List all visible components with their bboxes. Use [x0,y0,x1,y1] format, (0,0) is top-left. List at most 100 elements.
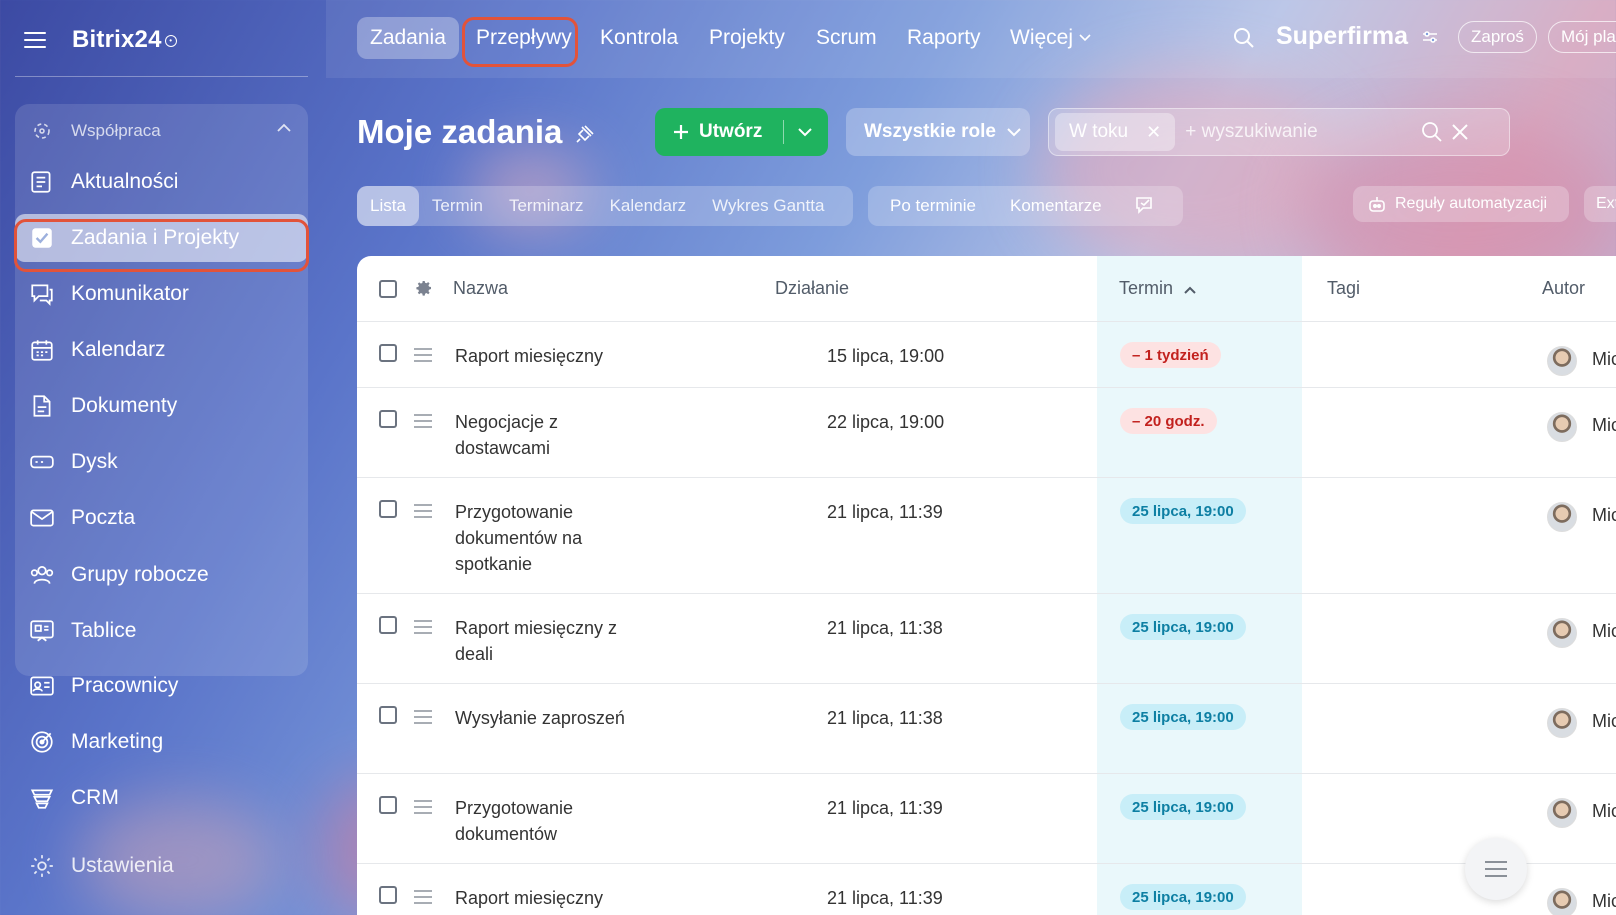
column-action[interactable]: Działanie [775,278,849,299]
table-row[interactable]: Wysyłanie zaproszeń 21 lipca, 11:38 25 lip… [357,684,1616,774]
sidebar-item-document[interactable]: Dokumenty [15,382,308,430]
task-name[interactable]: Negocjacje z dostawcami [455,409,635,461]
row-checkbox[interactable] [379,500,397,518]
close-icon[interactable]: ✕ [1146,122,1161,143]
column-name[interactable]: Nazwa [453,278,508,299]
gear-icon[interactable] [414,278,434,298]
tab-1[interactable]: Przepływy [463,17,585,59]
tab-5[interactable]: Raporty [894,17,994,59]
row-checkbox[interactable] [379,796,397,814]
sidebar-item-drive[interactable]: Dysk [15,438,308,486]
sidebar-item-board[interactable]: Tablice [15,607,308,655]
invite-button[interactable]: Zaproś [1458,21,1537,53]
tab-3[interactable]: Projekty [696,17,798,59]
column-deadline[interactable]: Termin [1119,278,1196,299]
author-name[interactable]: Mic [1592,505,1616,526]
task-name[interactable]: Przygotowanie dokumentów na spotkanie [455,499,635,577]
row-checkbox[interactable] [379,706,397,724]
sidebar-group-title[interactable]: Współpraca [15,107,308,155]
avatar[interactable] [1547,798,1577,828]
logo[interactable]: Bitrix24 [72,26,162,54]
author-name[interactable]: Mic [1592,415,1616,436]
task-name[interactable]: Przygotowanie dokumentów [455,795,635,847]
chevron-up-icon[interactable] [276,123,292,133]
sidebar-item-crm[interactable]: CRM [15,774,308,822]
settings-sliders-icon[interactable] [1421,28,1439,46]
deadline-badge[interactable]: 25 lipca, 19:00 [1120,498,1246,524]
avatar[interactable] [1547,708,1577,738]
row-checkbox[interactable] [379,410,397,428]
my-plan-button[interactable]: Mój pla [1548,21,1616,53]
menu-icon[interactable] [24,32,46,48]
deadline-badge[interactable]: 25 lipca, 19:00 [1120,884,1246,910]
author-name[interactable]: Mic [1592,891,1616,912]
task-name[interactable]: Raport miesięczny z deali [455,615,635,667]
deadline-badge[interactable]: – 20 godz. [1120,408,1217,434]
drag-handle-icon[interactable] [414,890,432,908]
deadline-badge[interactable]: 25 lipca, 19:00 [1120,614,1246,640]
deadline-badge[interactable]: 25 lipca, 19:00 [1120,794,1246,820]
author-name[interactable]: Mic [1592,349,1616,370]
tab-2[interactable]: Kontrola [587,17,691,59]
avatar[interactable] [1547,412,1577,442]
drag-handle-icon[interactable] [414,504,432,522]
author-name[interactable]: Mic [1592,801,1616,822]
avatar[interactable] [1547,618,1577,648]
table-row[interactable]: Raport miesięczny z deali 21 lipca, 11:38… [357,594,1616,684]
automation-rules-button[interactable]: Reguły automatyzacji [1353,186,1569,222]
sort-by-deadline[interactable]: Po terminie [868,196,976,216]
table-row[interactable]: Negocjacje z dostawcami 22 lipca, 19:00 – … [357,388,1616,478]
column-tags[interactable]: Tagi [1327,278,1360,299]
task-name[interactable]: Wysyłanie zaproszeń [455,705,635,731]
view-tab-1[interactable]: Termin [419,186,496,226]
search-icon[interactable] [1421,121,1443,143]
author-name[interactable]: Mic [1592,621,1616,642]
search-filter-box[interactable]: W toku ✕ [1048,108,1510,156]
search-input[interactable] [1185,121,1416,143]
drag-handle-icon[interactable] [414,710,432,728]
sort-comments[interactable]: Komentarze [976,196,1102,216]
sidebar-item-news[interactable]: Aktualności [15,158,308,206]
author-name[interactable]: Mic [1592,711,1616,732]
view-tab-4[interactable]: Wykres Gantta [699,186,837,226]
drag-handle-icon[interactable] [414,414,432,432]
tab-0[interactable]: Zadania [357,17,459,59]
extensions-button[interactable]: Ext [1584,186,1616,222]
table-row[interactable]: Raport miesięczny 15 lipca, 19:00 – 1 tydz… [357,322,1616,388]
deadline-badge[interactable]: 25 lipca, 19:00 [1120,704,1246,730]
drag-handle-icon[interactable] [414,800,432,818]
sidebar-item-calendar[interactable]: Kalendarz [15,326,308,374]
chevron-down-icon[interactable] [795,120,815,144]
clear-icon[interactable] [1451,123,1469,141]
avatar[interactable] [1547,502,1577,532]
sidebar-item-employees[interactable]: Pracownicy [15,662,308,710]
sidebar-item-chat[interactable]: Komunikator [15,270,308,318]
select-all-checkbox[interactable] [379,280,397,298]
deadline-badge[interactable]: – 1 tydzień [1120,342,1221,368]
company-name[interactable]: Superfirma [1276,22,1439,51]
sidebar-item-task-check[interactable]: Zadania i Projekty [15,214,308,262]
row-checkbox[interactable] [379,616,397,634]
table-row[interactable]: Raport miesięczny 21 lipca, 11:39 25 lipca… [357,864,1616,915]
sidebar-item-mail[interactable]: Poczta [15,494,308,542]
filter-chip[interactable]: W toku ✕ [1055,113,1176,151]
drag-handle-icon[interactable] [414,348,432,366]
drag-handle-icon[interactable] [414,620,432,638]
sidebar-item-settings[interactable]: Ustawienia [15,842,308,890]
tab-4[interactable]: Scrum [803,17,890,59]
view-tab-2[interactable]: Terminarz [496,186,597,226]
view-tab-3[interactable]: Kalendarz [597,186,700,226]
list-menu-button[interactable] [1465,838,1527,900]
search-icon[interactable] [1232,26,1256,50]
tab-6[interactable]: Więcej [997,17,1104,59]
view-tab-0[interactable]: Lista [357,186,419,226]
comments-check-icon[interactable] [1134,195,1158,217]
avatar[interactable] [1547,346,1577,376]
sidebar-item-marketing[interactable]: Marketing [15,718,308,766]
column-author[interactable]: Autor [1542,278,1585,299]
task-name[interactable]: Raport miesięczny [455,343,635,369]
create-button[interactable]: Utwórz [655,108,828,156]
sidebar-item-group[interactable]: Grupy robocze [15,551,308,599]
pin-icon[interactable] [575,124,595,144]
table-row[interactable]: Przygotowanie dokumentów 21 lipca, 11:39 2… [357,774,1616,864]
